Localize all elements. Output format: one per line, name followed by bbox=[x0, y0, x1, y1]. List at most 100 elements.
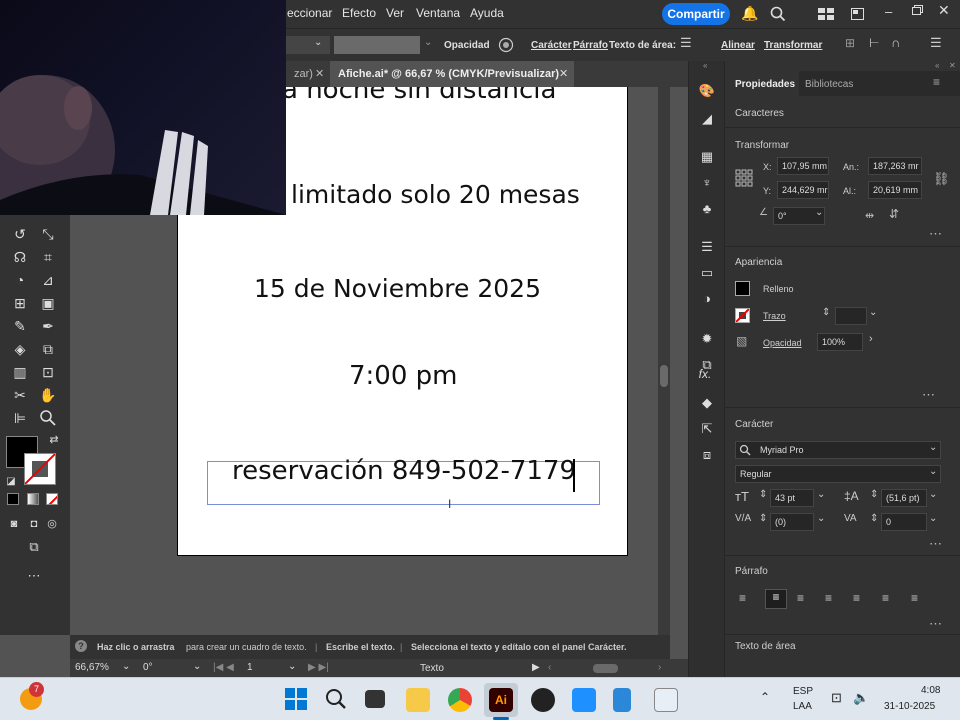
chevron-down-icon[interactable]: ⌄ bbox=[929, 466, 937, 477]
slice-tool-icon[interactable]: ✂ bbox=[10, 386, 30, 404]
export-icon[interactable]: ⇱ bbox=[697, 421, 717, 439]
color-mode-icon[interactable] bbox=[7, 493, 19, 505]
x-field[interactable]: 107,95 mm bbox=[777, 157, 829, 175]
artboard-tool-icon[interactable]: ⊡ bbox=[38, 363, 58, 381]
arrange-icon[interactable] bbox=[851, 8, 864, 20]
stroke-weight-input[interactable] bbox=[835, 307, 867, 325]
restore-icon[interactable] bbox=[912, 5, 923, 15]
horizontal-scroll-thumb[interactable] bbox=[593, 664, 618, 673]
art-text-line1[interactable]: a noche sin distancia bbox=[282, 87, 556, 105]
stepper-icon[interactable]: ⇕ bbox=[870, 489, 878, 500]
width-field[interactable]: 187,263 mr bbox=[868, 157, 922, 175]
chevron-right-icon[interactable]: › bbox=[869, 333, 873, 345]
chevron-down-icon[interactable]: ⌄ bbox=[929, 442, 937, 453]
photos-icon[interactable] bbox=[572, 688, 596, 712]
draw-behind-icon[interactable]: ◘ bbox=[24, 515, 44, 533]
align-center-icon[interactable]: ≡ bbox=[765, 589, 787, 609]
stroke-swatch[interactable] bbox=[24, 453, 56, 485]
clock-time[interactable]: 4:08 bbox=[921, 685, 940, 696]
share-button[interactable]: Compartir bbox=[662, 3, 730, 25]
zoom-level[interactable]: 66,67% bbox=[75, 662, 109, 673]
y-field[interactable]: 244,629 mr bbox=[777, 181, 829, 199]
stroke-weight-field[interactable] bbox=[286, 36, 330, 54]
align-right-icon[interactable]: ≡ bbox=[797, 591, 804, 605]
caracter-link[interactable]: Carácter bbox=[531, 40, 572, 51]
opacity-label[interactable]: Opacidad bbox=[444, 40, 490, 51]
chevron-down-icon[interactable]: ⌄ bbox=[314, 37, 322, 48]
height-field[interactable]: 20,619 mm bbox=[868, 181, 922, 199]
more-options-icon[interactable]: ⋯ bbox=[922, 387, 935, 403]
shape-builder-icon[interactable]: ◔ bbox=[10, 271, 30, 289]
stepper-icon[interactable]: ⇕ bbox=[822, 307, 830, 318]
bell-icon[interactable]: 🔔 bbox=[741, 5, 758, 22]
chevron-down-icon[interactable]: ⌄ bbox=[929, 513, 937, 524]
stepper-icon[interactable]: ⇕ bbox=[759, 513, 767, 524]
gradient-tool-icon[interactable]: ▣ bbox=[38, 294, 58, 312]
magnet-icon[interactable]: ∩ bbox=[891, 35, 900, 50]
none-mode-icon[interactable] bbox=[46, 493, 58, 505]
last-artboard-icon[interactable]: ▶ ▶| bbox=[308, 662, 329, 673]
menu-seleccionar[interactable]: eccionar bbox=[287, 6, 332, 20]
scale-tool-icon[interactable]: ⤡ bbox=[38, 225, 58, 243]
font-size-field[interactable]: 43 pt bbox=[770, 489, 814, 507]
default-colors-icon[interactable]: ◪ bbox=[1, 473, 21, 491]
constrain-link-icon[interactable]: ⛓ bbox=[933, 171, 950, 187]
screen-mode-icon[interactable]: ⧉ bbox=[24, 538, 44, 556]
leading-field[interactable]: (51,6 pt) bbox=[881, 489, 927, 507]
chevron-up-icon[interactable]: ⌃ bbox=[760, 690, 770, 704]
file-explorer-icon[interactable] bbox=[406, 688, 430, 712]
blend-tool-icon[interactable]: ◈ bbox=[10, 340, 30, 358]
symbols-icon[interactable]: ♣ bbox=[697, 201, 717, 219]
palette-icon[interactable]: 🎨 bbox=[697, 83, 717, 101]
stroke-color-swatch[interactable] bbox=[735, 308, 750, 323]
task-view-icon[interactable] bbox=[365, 690, 385, 708]
snipping-tool-icon[interactable] bbox=[654, 688, 678, 712]
gradient-swatch-icon[interactable]: ▭ bbox=[697, 265, 717, 283]
panel-menu-icon[interactable]: ≡ bbox=[933, 75, 940, 89]
gradient-panel-icon[interactable]: ◢ bbox=[697, 111, 717, 129]
chevron-down-icon[interactable]: ⌄ bbox=[817, 513, 825, 524]
text-align-icon[interactable]: ☰ bbox=[680, 35, 692, 51]
perspective-icon[interactable]: ⊿ bbox=[38, 271, 58, 289]
chevron-down-icon[interactable]: ⌄ bbox=[817, 489, 825, 500]
swatches-icon[interactable]: ▦ bbox=[697, 149, 717, 167]
scroll-left-icon[interactable]: ‹ bbox=[548, 662, 551, 673]
justify-center-icon[interactable]: ≡ bbox=[853, 591, 860, 605]
more-options-icon[interactable]: ⋯ bbox=[929, 536, 942, 552]
stepper-icon[interactable]: ⇕ bbox=[870, 513, 878, 524]
parrafo-link[interactable]: Párrafo bbox=[573, 40, 608, 51]
eyedropper-alt-icon[interactable]: ✎ bbox=[10, 317, 30, 335]
more-tools-icon[interactable]: ⋯ bbox=[24, 567, 44, 585]
transformar-link[interactable]: Transformar bbox=[764, 40, 822, 51]
windows-start-icon[interactable] bbox=[285, 688, 307, 710]
chevron-down-icon[interactable]: ⌄ bbox=[869, 307, 877, 318]
close-icon[interactable]: ✕ bbox=[938, 2, 950, 19]
artboard-number[interactable]: 1 bbox=[247, 662, 253, 673]
stepper-icon[interactable]: ⇕ bbox=[759, 489, 767, 500]
tab-close-icon[interactable]: ✕ bbox=[559, 67, 568, 80]
opacidad-label[interactable]: Opacidad bbox=[763, 338, 802, 348]
draw-normal-icon[interactable]: ◙ bbox=[4, 515, 24, 533]
chrome-icon[interactable] bbox=[448, 688, 472, 712]
search-icon[interactable] bbox=[325, 688, 347, 710]
flip-horizontal-icon[interactable]: ⇹ bbox=[865, 209, 874, 222]
clock-date[interactable]: 31-10-2025 bbox=[884, 701, 935, 712]
help-icon[interactable]: ? bbox=[75, 640, 87, 652]
chevron-down-icon[interactable]: ⌄ bbox=[193, 661, 201, 672]
opacity-field[interactable]: 100% bbox=[817, 333, 863, 351]
effects-icon[interactable]: fx. bbox=[695, 367, 715, 385]
justify-left-icon[interactable]: ≡ bbox=[825, 591, 832, 605]
fill-color-swatch[interactable] bbox=[735, 281, 750, 296]
language-indicator-1[interactable]: ESP bbox=[793, 686, 813, 697]
minimize-icon[interactable]: – bbox=[885, 4, 892, 19]
menu-ayuda[interactable]: Ayuda bbox=[470, 6, 504, 20]
rotate-tool-icon[interactable]: ↺ bbox=[10, 225, 30, 243]
symbol-sprayer-icon[interactable]: ⧉ bbox=[38, 340, 58, 358]
rotation-value[interactable]: 0° bbox=[143, 662, 153, 673]
justify-all-icon[interactable]: ≡ bbox=[911, 591, 918, 605]
tab-afiche[interactable]: Afiche.ai* @ 66,67 % (CMYK/Previsualizar… bbox=[330, 61, 574, 87]
appearance-icon[interactable]: ✹ bbox=[697, 331, 717, 349]
more-options-icon[interactable]: ⋯ bbox=[929, 616, 942, 632]
free-transform-icon[interactable]: ⌗ bbox=[38, 248, 58, 266]
play-icon[interactable]: ▶ bbox=[532, 662, 540, 673]
